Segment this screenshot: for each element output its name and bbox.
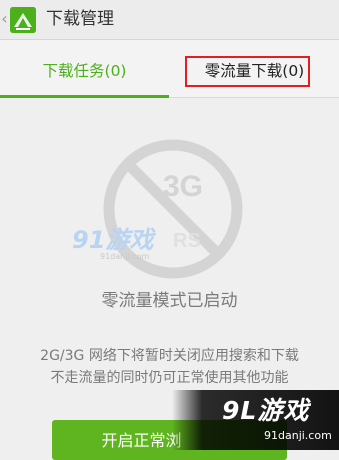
watermark-logo-text: 91游戏 [72, 226, 156, 254]
tab-download-tasks[interactable]: 下载任务(0) [0, 40, 169, 98]
corner-watermark-logo: 9L游戏 [222, 396, 310, 425]
watermark-logo: 91游戏 91danji.com [72, 226, 156, 261]
back-chevron-icon[interactable]: ‹ [0, 8, 9, 30]
page-title: 下载管理 [46, 9, 114, 29]
3g-badge-text: 3G [163, 170, 203, 203]
corner-watermark-url: 91danji.com [264, 429, 332, 442]
corner-watermark: 9L游戏 91danji.com [172, 390, 339, 450]
description-line-2: 不走流量的同时仍可正常使用其他功能 [50, 370, 289, 386]
active-tab-indicator [0, 95, 169, 98]
title-bar: ‹ 下载管理 [0, 0, 339, 40]
enable-normal-browsing-label: 开启正常浏 [101, 433, 182, 450]
zero-traffic-status: 零流量模式已启动 [101, 291, 238, 311]
tab-divider [169, 97, 339, 98]
app-icon[interactable] [10, 7, 36, 33]
description-line-1: 2G/3G 网络下将暂时关闭应用搜索和下载 [40, 348, 299, 364]
watermark-url-text: 91danji.com [100, 252, 150, 261]
highlight-annotation [185, 56, 310, 87]
